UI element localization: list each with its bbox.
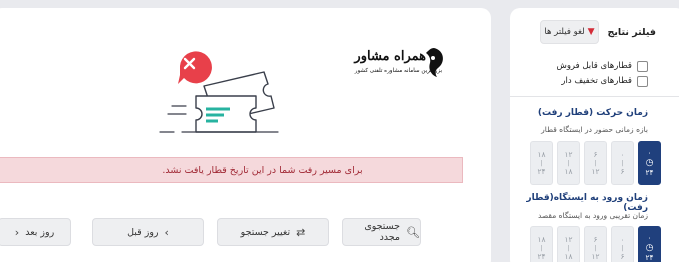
no-train-alert: برای مسیر رفت شما در این تاریخ قطار یافت… bbox=[0, 157, 463, 183]
checkbox-box[interactable] bbox=[637, 60, 648, 72]
next-day-button[interactable]: روز بعد ‹ bbox=[0, 218, 71, 246]
arrival-slot-all-day[interactable]: ۰ ◷ ۲۴ bbox=[638, 226, 661, 262]
filter-sidebar: فیلتر نتایج ▼ لغو فیلتر ها قطارهای قابل … bbox=[510, 8, 679, 262]
clear-filters-label: لغو فیلتر ها bbox=[544, 27, 585, 37]
arrival-slot-12-18[interactable]: ۱۲ | ۱۸ bbox=[557, 226, 580, 262]
departure-slot-6-12[interactable]: ۶ | ۱۲ bbox=[584, 141, 607, 185]
results-panel: همراه مشاور بزرگترین سامانه مشاوره تلفنی… bbox=[0, 8, 491, 262]
clear-filters-button[interactable]: ▼ لغو فیلتر ها bbox=[540, 20, 599, 44]
arrival-slots: ۱۸ | ۲۴ ۱۲ | ۱۸ ۶ | ۱۲ ۰ | ۶ ۰ ◷ ۲۴ bbox=[530, 226, 661, 262]
search-icon: 🔍︎ bbox=[406, 225, 420, 239]
filter-title: فیلتر نتایج bbox=[607, 27, 657, 38]
checkbox-box[interactable] bbox=[637, 75, 648, 87]
departure-slot-12-18[interactable]: ۱۲ | ۱۸ bbox=[557, 141, 580, 185]
next-day-label: روز بعد bbox=[25, 226, 55, 238]
arrival-time-title: زمان ورود به ایستگاه(قطار رفت) bbox=[526, 193, 648, 213]
arrival-time-subtitle: زمان تقریبی ورود به ایستگاه مقصد bbox=[537, 211, 648, 220]
departure-time-title: زمان حرکت (قطار رفت) bbox=[537, 108, 648, 118]
divider bbox=[510, 96, 679, 97]
checkbox-sellable-trains[interactable]: قطارهای قابل فروش bbox=[556, 59, 648, 73]
watermark-title: همراه مشاور bbox=[354, 49, 426, 64]
arrival-slot-0-6[interactable]: ۰ | ۶ bbox=[611, 226, 634, 262]
clock-icon: ◷ bbox=[645, 243, 654, 253]
change-search-label: تغییر جستجو bbox=[240, 226, 291, 238]
chevron-right-icon: › bbox=[164, 225, 169, 239]
watermark-subtitle: بزرگترین سامانه مشاوره تلفنی کشور bbox=[354, 68, 442, 74]
funnel-icon: ▼ bbox=[587, 27, 595, 37]
previous-day-button[interactable]: › روز قبل bbox=[92, 218, 204, 246]
chevron-left-icon: ‹ bbox=[14, 225, 20, 239]
watermark-logo: همراه مشاور بزرگترین سامانه مشاوره تلفنی… bbox=[322, 44, 450, 84]
checkbox-label: قطارهای تخفیف دار bbox=[561, 76, 632, 86]
clock-icon: ◷ bbox=[645, 158, 654, 168]
arrival-slot-18-24[interactable]: ۱۸ | ۲۴ bbox=[530, 226, 553, 262]
departure-slot-0-6[interactable]: ۰ | ۶ bbox=[611, 141, 634, 185]
departure-time-subtitle: بازه زمانی حضور در ایستگاه قطار bbox=[541, 125, 648, 134]
departure-slot-all-day[interactable]: ۰ ◷ ۲۴ bbox=[638, 141, 661, 185]
no-ticket-illustration bbox=[159, 51, 279, 133]
checkbox-discount-trains[interactable]: قطارهای تخفیف دار bbox=[561, 74, 648, 88]
previous-day-label: روز قبل bbox=[127, 226, 159, 238]
departure-slot-18-24[interactable]: ۱۸ | ۲۴ bbox=[530, 141, 553, 185]
change-search-button[interactable]: ⇄ تغییر جستجو bbox=[217, 218, 329, 246]
no-train-message: برای مسیر رفت شما در این تاریخ قطار یافت… bbox=[162, 164, 363, 176]
arrival-slot-6-12[interactable]: ۶ | ۱۲ bbox=[584, 226, 607, 262]
swap-arrows-icon: ⇄ bbox=[296, 225, 306, 239]
search-again-label: جستجوی مجدد bbox=[364, 221, 401, 243]
departure-slots: ۱۸ | ۲۴ ۱۲ | ۱۸ ۶ | ۱۲ ۰ | ۶ ۰ ◷ ۲۴ bbox=[530, 141, 661, 185]
checkbox-label: قطارهای قابل فروش bbox=[556, 61, 632, 71]
search-again-button[interactable]: 🔍︎ جستجوی مجدد bbox=[342, 218, 421, 246]
